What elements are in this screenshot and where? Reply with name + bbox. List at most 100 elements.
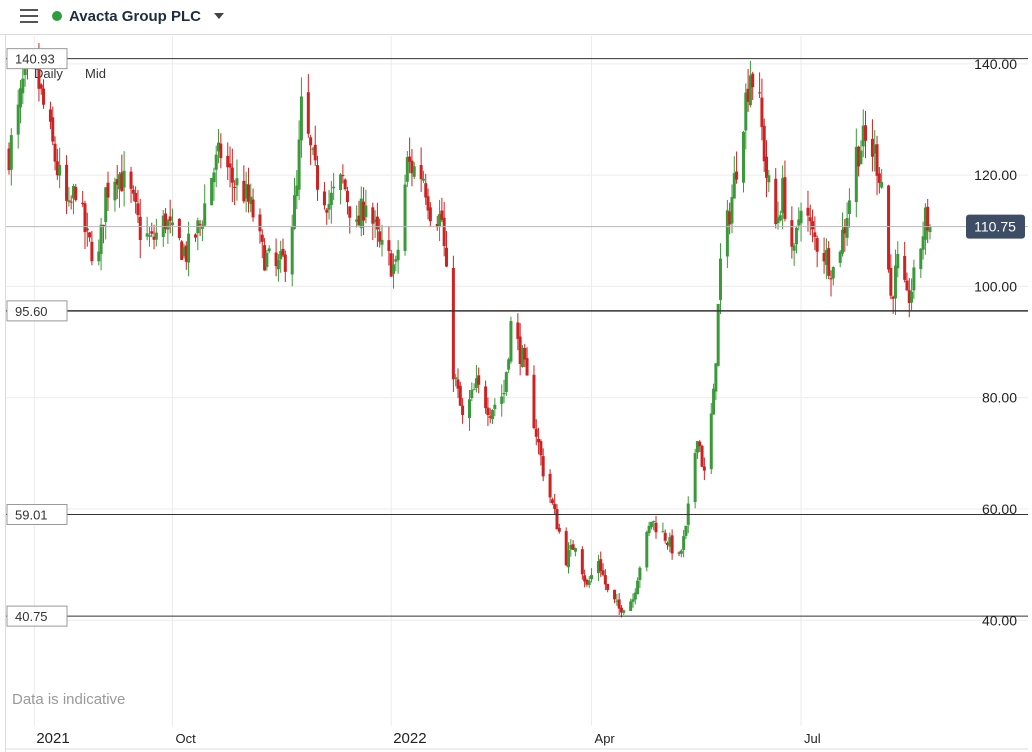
candle-body (887, 185, 891, 270)
candle-body (491, 410, 495, 420)
candle-body (138, 216, 142, 240)
candle-body (541, 456, 545, 477)
candle-body (700, 445, 704, 467)
candle-body (88, 232, 92, 238)
candle-body (765, 156, 769, 178)
candle-body (548, 473, 552, 498)
candle-body (58, 164, 62, 176)
candle-body (877, 173, 881, 183)
x-tick-label: Oct (175, 731, 196, 746)
candle-body (219, 143, 223, 159)
candle-body (629, 601, 633, 611)
candle-body (168, 216, 172, 221)
candle-body (65, 164, 69, 201)
candle-body (880, 182, 884, 188)
candle-body (9, 135, 13, 170)
candle-body (567, 550, 571, 568)
candle-body (829, 278, 833, 280)
candle-body (194, 234, 198, 238)
price-chart[interactable]: 140.93 95.60 59.01 40.75 110.75 40.00 60.00 80.… (0, 0, 1032, 752)
candle-body (636, 580, 640, 595)
candle-body (198, 223, 202, 225)
candle-body (806, 207, 810, 216)
candle-body (730, 196, 734, 224)
candle-body (762, 125, 766, 162)
candle-body (309, 137, 313, 146)
candle-body (645, 532, 649, 568)
candle-body (682, 536, 686, 550)
candle-body (875, 144, 879, 176)
x-tick-label: Apr (595, 731, 616, 746)
candle-body (412, 166, 416, 177)
candle-body (258, 214, 262, 232)
current-price-label: 110.75 (974, 219, 1016, 235)
candle-body (454, 377, 458, 379)
candle-body (553, 503, 557, 510)
candle-body (212, 172, 216, 183)
y-tick-label: 140.00 (974, 56, 1017, 72)
candle-body (260, 234, 264, 242)
data-disclaimer: Data is indicative (12, 691, 126, 708)
candle-body (716, 303, 720, 366)
candle-body (477, 375, 481, 385)
candle-body (99, 224, 103, 254)
level-label: 95.60 (15, 304, 48, 319)
candle-body (392, 264, 396, 274)
candle-body (601, 570, 605, 575)
candle-body (654, 522, 658, 533)
y-tick-label: 120.00 (974, 167, 1017, 183)
candle-body (778, 215, 782, 221)
candle-body (679, 550, 683, 554)
candle-body (74, 186, 78, 201)
candle-body (649, 521, 653, 528)
x-tick-label: 2022 (393, 730, 426, 747)
candle-body (712, 388, 716, 415)
candle-body (228, 163, 232, 168)
candle-body (573, 548, 577, 552)
candle-body (767, 175, 771, 183)
candle-body (735, 171, 739, 180)
candle-body (364, 205, 368, 218)
candle-body (484, 386, 488, 409)
candle-body (587, 580, 591, 585)
candle-body (170, 222, 174, 226)
candle-body (794, 227, 798, 245)
candle-body (283, 254, 287, 272)
candle-body (42, 88, 46, 105)
candle-body (758, 92, 762, 94)
candle-body (827, 248, 831, 276)
candle-body (177, 218, 181, 238)
candle-body (613, 589, 617, 600)
y-tick-label: 60.00 (982, 501, 1017, 517)
candle-body (652, 520, 656, 522)
candle-body (718, 258, 722, 300)
candle-body (419, 165, 423, 180)
candle-body (90, 241, 94, 262)
candle-body (893, 265, 897, 299)
candle-body (233, 186, 237, 188)
candle-body (698, 441, 702, 447)
candle-body (903, 255, 907, 280)
candle-body (329, 192, 333, 206)
candle-body (421, 178, 425, 181)
candle-body (631, 599, 635, 602)
candle-body (299, 96, 303, 141)
candle-body (316, 165, 320, 190)
y-tick-label: 40.00 (982, 612, 1017, 628)
candle-body (534, 428, 538, 437)
candle-body (267, 248, 271, 252)
candle-body (442, 217, 446, 247)
candle-body (297, 139, 301, 190)
candle-body (661, 531, 665, 533)
candle-body (760, 97, 764, 127)
candle-body (774, 178, 778, 224)
candle-body (187, 233, 191, 263)
candle-body (555, 509, 559, 530)
candle-body (306, 92, 310, 134)
candle-body (387, 240, 391, 251)
candle-body (332, 186, 336, 189)
candle-body (622, 610, 626, 613)
candle-body (693, 453, 697, 503)
candle-body (590, 575, 594, 580)
candle-body (532, 374, 536, 429)
